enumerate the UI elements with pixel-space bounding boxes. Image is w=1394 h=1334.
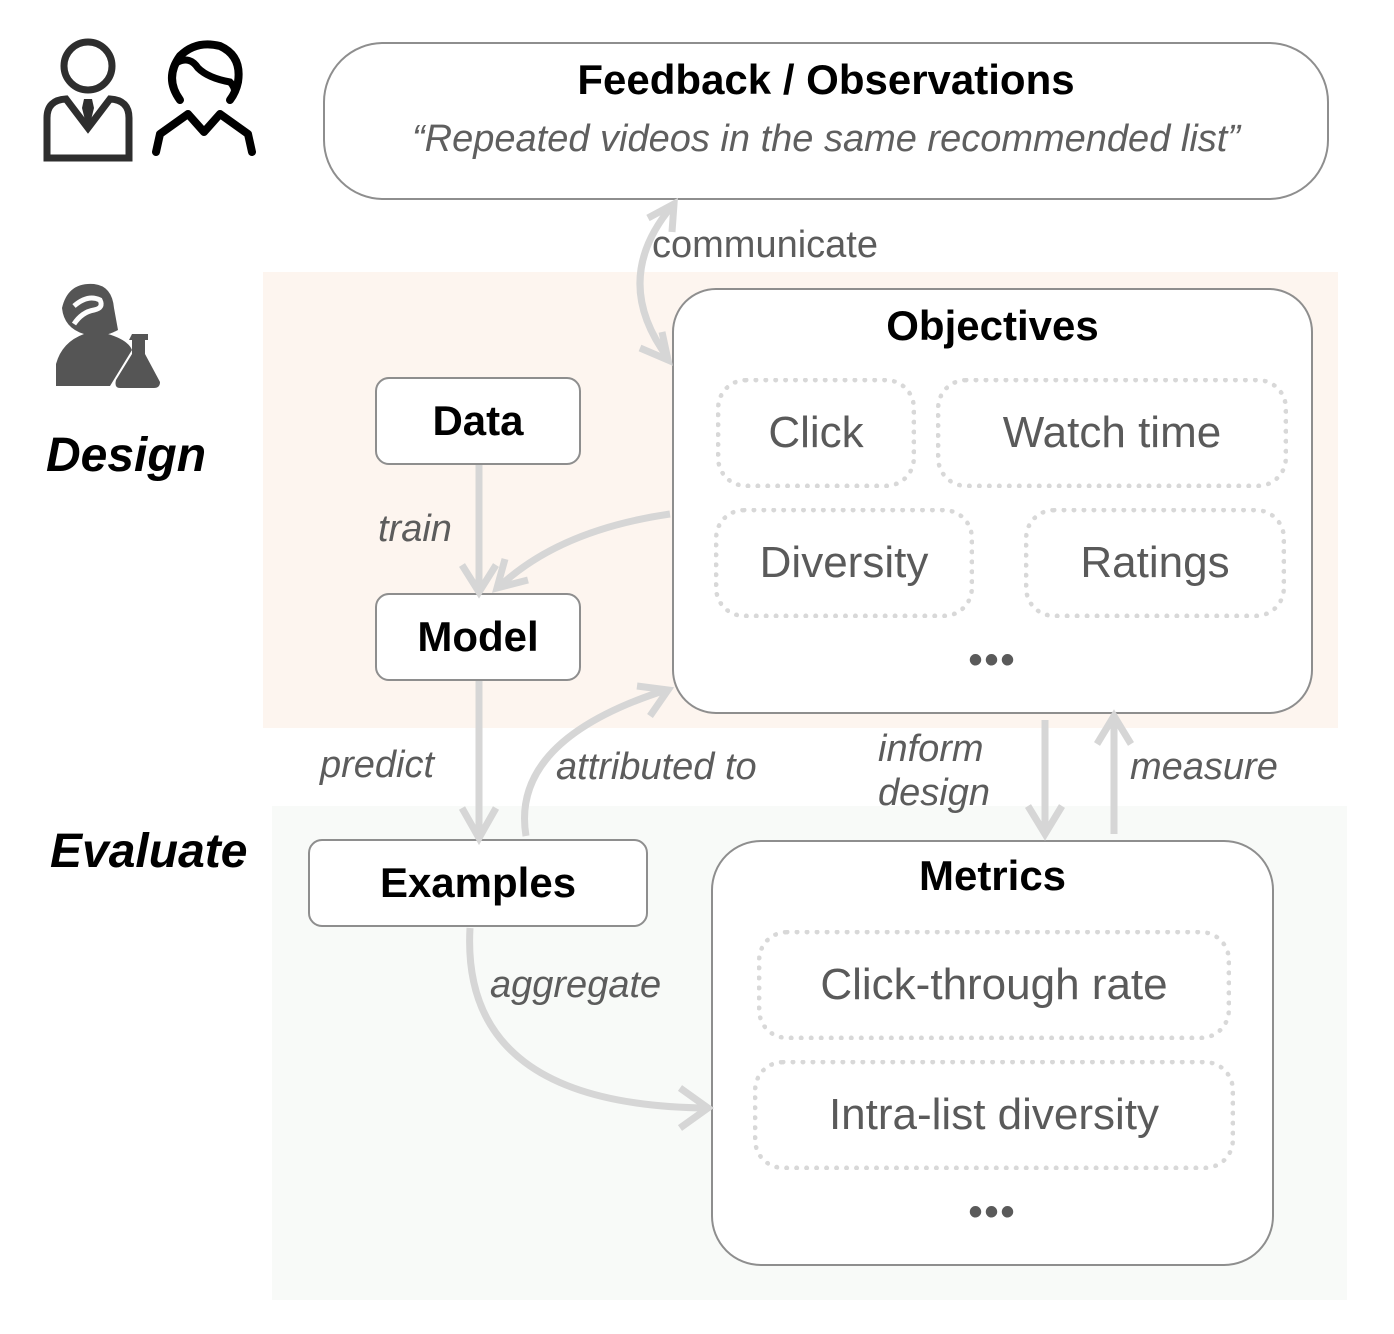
user-icon	[152, 40, 256, 156]
objective-watch-time: Watch time	[936, 378, 1288, 488]
edge-label-predict: predict	[320, 744, 435, 786]
objective-ratings: Ratings	[1024, 508, 1286, 618]
edge-label-aggregate: aggregate	[490, 964, 662, 1006]
examples-node: Examples	[308, 839, 648, 927]
model-node: Model	[375, 593, 581, 681]
objectives-box: Objectives Click Watch time Diversity Ra…	[672, 288, 1313, 714]
objective-diversity: Diversity	[714, 508, 974, 618]
metrics-more: •••	[968, 1190, 1017, 1234]
metrics-box: Metrics Click-through rate Intra-list di…	[711, 840, 1274, 1266]
metrics-title: Metrics	[918, 852, 1067, 899]
examples-node-label: Examples	[379, 859, 577, 906]
metric-click-through-rate: Click-through rate	[757, 930, 1231, 1040]
scientist-icon	[56, 283, 160, 388]
objectives-title: Objectives	[886, 302, 1099, 349]
data-node-label: Data	[432, 397, 524, 444]
data-node: Data	[375, 377, 581, 465]
edge-label-communicate: communicate	[652, 224, 878, 266]
edge-label-train: train	[378, 508, 452, 550]
feedback-title: Feedback / Observations	[577, 56, 1075, 103]
edge-label-measure: measure	[1130, 746, 1278, 788]
businessman-icon	[43, 38, 133, 162]
edge-label-design: design	[878, 772, 990, 814]
edge-label-attributed-to: attributed to	[556, 746, 757, 788]
stage-label-design: Design	[46, 429, 207, 482]
edge-label-inform: inform	[878, 728, 984, 770]
feedback-box: Feedback / Observations “Repeated videos…	[323, 42, 1329, 200]
model-node-label: Model	[417, 613, 539, 660]
objectives-more: •••	[968, 638, 1017, 682]
stage-label-evaluate: Evaluate	[50, 825, 248, 878]
metric-intra-list-diversity: Intra-list diversity	[753, 1060, 1235, 1170]
feedback-quote: “Repeated videos in the same recommended…	[412, 118, 1240, 160]
objective-click: Click	[716, 378, 916, 488]
